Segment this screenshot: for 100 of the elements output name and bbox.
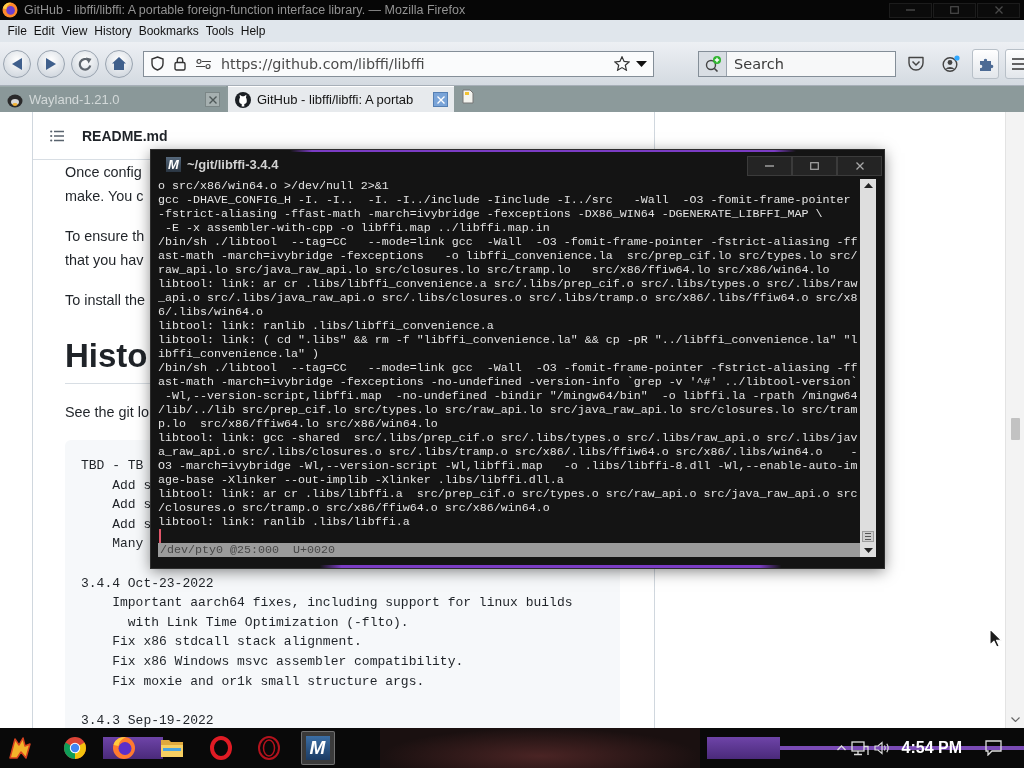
terminal-line: 6/.libs/win64.o — [158, 305, 263, 319]
scroll-down-icon[interactable] — [1010, 717, 1020, 722]
terminal-line: libtool: link: ar cr .libs/libffi_convenience.a src/.libs/prep_cif.o src/.libs/types.o src/.libs/raw — [158, 277, 858, 291]
changelog-version: 3.4.3 Sep-19-2022 — [81, 711, 214, 728]
maximize-icon — [950, 6, 959, 14]
text-cursor-icon — [159, 529, 161, 543]
menu-item[interactable]: Tools — [202, 22, 238, 40]
permissions-icon[interactable] — [196, 58, 211, 69]
double-ring-icon — [257, 736, 281, 760]
terminal-line: -E -x assembler-with-cpp -o libffi.map ../libffi.map.in — [164, 221, 550, 235]
home-button[interactable] — [105, 49, 133, 78]
file-name: README.md — [82, 127, 168, 144]
url-field[interactable]: https://github.com/libffi/libffi — [221, 53, 604, 74]
paragraph: Once config make. You c — [65, 163, 144, 206]
shield-icon[interactable] — [151, 56, 164, 71]
list-icon[interactable] — [50, 129, 64, 142]
terminal-title: ~/git/libffi-3.4.4 — [187, 156, 279, 172]
scroll-down-icon[interactable] — [863, 548, 873, 553]
back-button[interactable] — [3, 49, 31, 78]
terminal-line: ibffi_convenience.la" ) — [158, 347, 319, 361]
menu-item[interactable]: Bookmarks — [135, 22, 203, 40]
star-icon[interactable] — [614, 56, 630, 71]
ring-icon — [208, 736, 233, 760]
dropdown-icon[interactable] — [636, 60, 647, 67]
clock[interactable]: 4:54 PM — [901, 739, 962, 757]
scrollbar-thumb[interactable] — [862, 531, 874, 542]
notification-icon[interactable] — [985, 740, 1002, 756]
changelog-entry: Add s — [112, 496, 152, 515]
changelog-version: TBD - TB — [81, 457, 144, 475]
terminal-line: raw_api.lo src/java_raw_api.lo src/closures.lo src/tramp.lo src/x86/ffiw64.lo src/x86/win64.lo — [158, 263, 830, 277]
cat-icon — [235, 91, 251, 108]
reload-button[interactable] — [71, 49, 99, 78]
terminal-line: libtool: link: gcc -shared src/.libs/prep_cif.o src/.libs/types.o src/.libs/raw_api.o src/.libs/jav — [158, 431, 858, 445]
search-engine-button[interactable] — [699, 51, 727, 76]
close-icon — [436, 95, 445, 104]
changelog-version: 3.4.4 Oct-23-2022 — [81, 574, 214, 593]
scroll-up-icon[interactable] — [863, 183, 873, 188]
search-bar[interactable]: Search — [698, 50, 896, 77]
network-icon[interactable] — [850, 740, 869, 756]
tab[interactable]: GitHub - libffi/libffi: A portab — [228, 86, 454, 112]
pocket-icon[interactable] — [908, 56, 924, 71]
close-icon — [994, 6, 1003, 14]
changelog-entry: Important aarch64 fixes, including support for linux builds with Link Time Optimization (-flto). — [112, 594, 573, 632]
menu-item[interactable]: File — [4, 22, 31, 40]
menu-item[interactable]: History — [90, 22, 136, 40]
terminal-line: p.lo src/x86/ffiw64.lo src/x86/win64.lo — [158, 417, 438, 431]
changelog-entry: Add s — [112, 476, 152, 495]
changelog-entry: Fix x86 Windows msvc assembler compatibility. — [112, 652, 464, 671]
extensions-button[interactable] — [972, 48, 999, 79]
close-tab-button[interactable] — [433, 92, 448, 107]
terminal-line: libtool: link: ranlib .libs/libffi.a — [158, 515, 410, 529]
close-tab-button[interactable] — [205, 92, 220, 107]
maximize-icon — [810, 162, 819, 170]
speaker-icon[interactable] — [873, 741, 891, 755]
app-logo: M — [166, 156, 181, 172]
search-add-icon — [704, 55, 721, 72]
status-bar: /dev/pty0 @25:000 U+0020 — [158, 543, 860, 557]
menu-item[interactable]: View — [58, 22, 91, 40]
maximize-button[interactable] — [792, 156, 837, 176]
terminal-line: o src/x86/win64.o >/dev/null 2>&1 — [158, 179, 389, 193]
terminal-line: /lib/../lib src/prep_cif.lo src/types.lo src/raw_api.lo src/java_raw_api.lo src/closures.lo src/tram — [158, 403, 858, 417]
menu-button[interactable] — [1005, 48, 1024, 79]
fox-globe-icon — [111, 736, 136, 760]
terminal-scrollbar[interactable] — [860, 179, 876, 557]
changelog-entry: Add s — [112, 515, 152, 534]
menu-icon — [1011, 57, 1024, 70]
terminal-line: O3 -march=ivybridge -Wl,--version-script -Wl,libffi.map -o .libs/libffi-8.dll -Wl,--enable-auto-im — [158, 459, 858, 473]
aperture-icon — [63, 736, 87, 760]
paragraph: See the git lo — [65, 403, 149, 422]
menu-item[interactable]: Help — [237, 22, 269, 40]
scrollbar-thumb[interactable] — [1010, 418, 1020, 440]
minimize-icon — [906, 9, 915, 11]
chevron-up-icon[interactable] — [836, 745, 846, 751]
terminal-line: libtool: link: ranlib .libs/libffi_convenience.a — [158, 319, 494, 333]
page-scrollbar[interactable] — [1005, 112, 1024, 728]
section-heading: Histo — [65, 336, 148, 376]
terminal-line: /closures.o src/tramp.o src/x86/ffiw64.o src/x86/win64.o — [158, 501, 550, 515]
close-button[interactable] — [837, 156, 882, 176]
terminal-line: a_raw_api.o src/.libs/closures.o src/.libs/tramp.o src/x86/.libs/ffiw64.o src/x86/.libs/win64.o - — [158, 445, 858, 459]
reload-icon — [78, 56, 92, 71]
terminal-line: libtool: link: ( cd ".libs" && rm -f "libffi_convenience.la" && cp -pR "../libffi_convenience.la" "l — [158, 333, 858, 347]
address-bar[interactable]: https://github.com/libffi/libffi — [143, 50, 654, 77]
new-tab-icon[interactable] — [462, 89, 474, 104]
forward-button[interactable] — [37, 49, 65, 78]
terminal-line: ast-math -march=ivybridge -fexceptions -o libffi_convenience.la src/prep_cif.lo src/types.lo src/ — [158, 249, 858, 263]
terminal-line: ast-math -march=ivybridge -fexceptions -no-undefined -version-info `grep -v '^#' ../libtool-version` — [158, 375, 858, 389]
terminal-line: -Wl,--version-script,libffi.map -no-undefined -bindir "/mingw64/bin" -o libffi.la -rpath /mingw64 — [164, 389, 858, 403]
left-triangle-icon — [12, 57, 22, 70]
home-icon — [112, 57, 126, 70]
minimize-icon — [765, 165, 774, 167]
account-icon[interactable] — [942, 55, 960, 72]
changelog-entry: Fix x86 stdcall stack alignment. — [112, 633, 362, 652]
emblem-icon — [8, 736, 32, 760]
changelog-entry: Fix moxie and or1k small structure args. — [112, 672, 425, 691]
right-triangle-icon — [46, 57, 56, 70]
mouse-pointer-icon — [989, 628, 1003, 648]
menu-item[interactable]: Edit — [30, 22, 59, 40]
lock-icon[interactable] — [174, 56, 186, 71]
search-field[interactable]: Search — [727, 51, 895, 76]
changelog-entry: Many — [112, 535, 144, 554]
